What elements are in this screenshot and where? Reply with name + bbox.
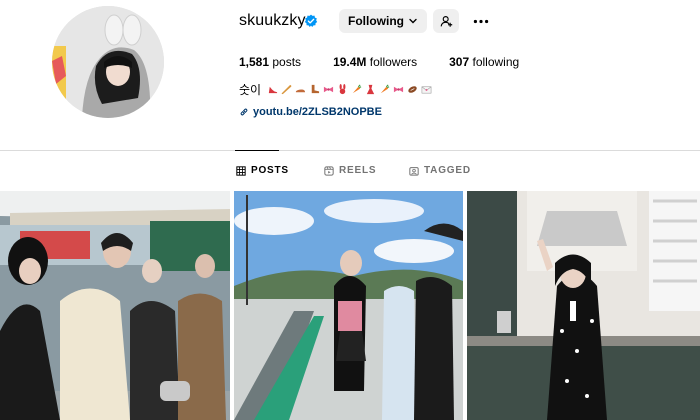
followers-stat[interactable]: 19.4M followers	[333, 55, 417, 69]
link-icon	[240, 108, 248, 116]
post-thumbnail[interactable]	[467, 191, 700, 420]
bunny-icon	[339, 84, 346, 95]
profile-avatar[interactable]	[52, 6, 164, 118]
verified-badge-icon	[304, 14, 318, 27]
carrot-icon	[380, 84, 390, 94]
profile-stats: 1,581 posts 19.4M followers 307 followin…	[239, 55, 551, 69]
post-thumbnail[interactable]	[234, 191, 463, 420]
red-dress-icon	[366, 84, 375, 95]
reels-icon	[324, 165, 334, 176]
tab-reels[interactable]: REELS	[324, 165, 376, 176]
flat-shoe-icon	[296, 89, 306, 93]
post-image-street-food	[0, 191, 230, 420]
followers-label: followers	[369, 55, 418, 69]
post-image-kitchen	[467, 191, 700, 420]
envelope-icon	[421, 86, 432, 94]
profile-bio: 숫이	[239, 81, 433, 98]
following-count: 307	[449, 55, 470, 69]
tab-tagged[interactable]: TAGGED	[409, 165, 471, 176]
pink-bow-icon	[324, 86, 334, 93]
link-text: youtu.be/2ZLSB2NOPBE	[253, 106, 382, 118]
grid-icon	[236, 165, 246, 176]
carrot-icon	[352, 84, 362, 94]
american-football-icon	[408, 86, 417, 93]
post-thumbnail[interactable]	[0, 191, 230, 420]
following-button-label: Following	[348, 14, 404, 28]
chevron-down-icon	[409, 18, 417, 24]
boot-icon	[311, 84, 320, 94]
tab-reels-label: REELS	[339, 165, 377, 176]
bio-name: 숫이	[239, 83, 262, 97]
avatar-image	[52, 6, 164, 118]
following-label: following	[472, 55, 520, 69]
profile-external-link[interactable]: youtu.be/2ZLSB2NOPBE	[239, 106, 382, 118]
suggested-users-button[interactable]	[433, 9, 459, 33]
ellipsis-icon	[473, 19, 489, 23]
followers-count: 19.4M	[333, 55, 367, 69]
baguette-icon	[281, 84, 292, 95]
more-options-button[interactable]	[470, 11, 492, 31]
post-image-rooftop	[234, 191, 463, 420]
add-person-icon	[440, 15, 452, 27]
posts-stat: 1,581 posts	[239, 55, 301, 69]
tab-posts[interactable]: POSTS	[236, 165, 289, 176]
tab-posts-label: POSTS	[251, 165, 289, 176]
following-button[interactable]: Following	[339, 9, 427, 33]
pink-bow-icon	[394, 86, 404, 93]
active-tab-indicator	[235, 150, 279, 151]
tabs-divider	[0, 150, 700, 151]
red-high-heel-icon	[268, 86, 278, 94]
profile-username: skuukzky	[239, 12, 306, 29]
tab-tagged-label: TAGGED	[424, 165, 471, 176]
tagged-icon	[409, 166, 419, 176]
posts-count: 1,581	[239, 55, 270, 69]
posts-label: posts	[272, 55, 302, 69]
following-stat[interactable]: 307 following	[449, 55, 519, 69]
